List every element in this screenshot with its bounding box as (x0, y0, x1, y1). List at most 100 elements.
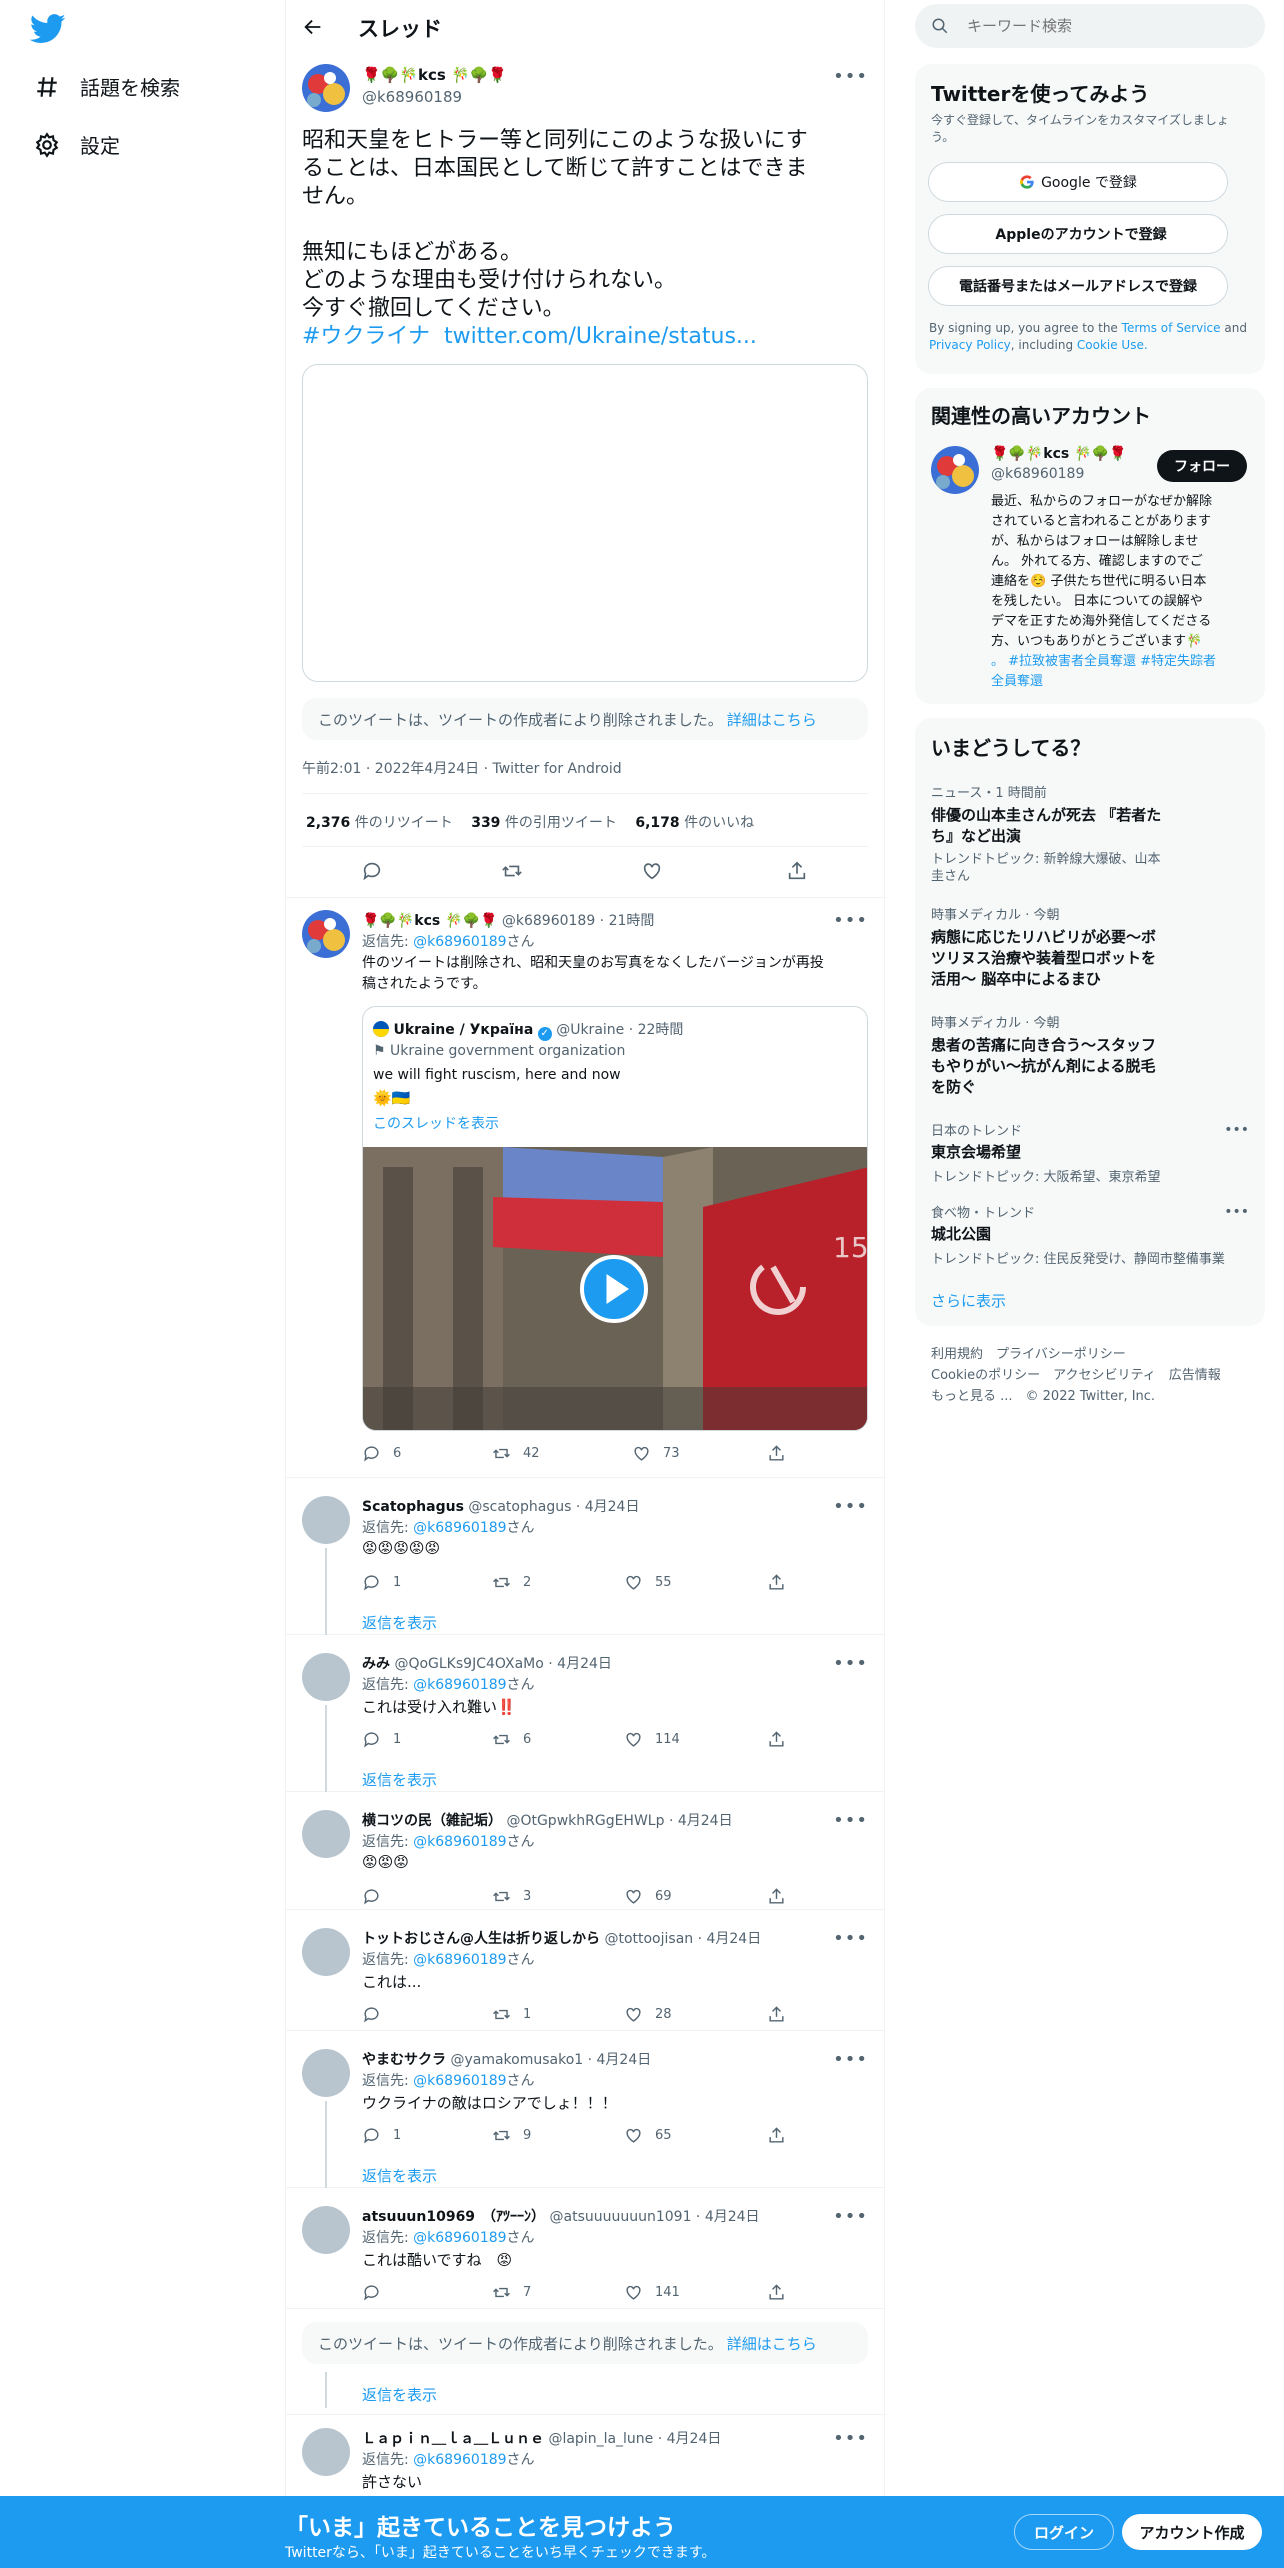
back-arrow-icon[interactable] (302, 16, 324, 38)
reply-to-link[interactable]: @k68960189 (413, 2073, 506, 2089)
reply-to-link[interactable]: @k68960189 (413, 1952, 506, 1968)
author-name[interactable]: 🌹🌳🎋kcs 🎋🌳🌹 (362, 66, 507, 84)
play-icon[interactable] (580, 1255, 648, 1323)
related-handle[interactable]: @k68960189 (991, 466, 1084, 482)
reply-to-link[interactable]: @k68960189 (413, 934, 506, 950)
reply-avatar[interactable] (302, 2049, 350, 2097)
more-options-icon[interactable]: ••• (833, 1496, 868, 1517)
retweet-button[interactable]: 6 (492, 1730, 531, 1749)
more-options-icon[interactable]: ••• (833, 910, 868, 931)
like-count-stat[interactable]: 6,178 件のいいね (635, 815, 754, 831)
search-input[interactable] (967, 14, 1247, 38)
reply-button[interactable]: 1 (362, 1573, 401, 1592)
show-replies-link[interactable]: 返信を表示 (362, 2165, 437, 2186)
share-button[interactable] (767, 1444, 798, 1463)
author-handle[interactable]: @k68960189 (362, 88, 462, 106)
show-replies-link[interactable]: 返信を表示 (362, 1769, 437, 1790)
reply-tweet[interactable]: トットおじさん@人生は折り返しから @tottoojisan · 4月24日 ••… (286, 1910, 884, 2031)
reply-tweet[interactable]: atsuuun10969 （ｱﾂｰｰﾝ） @atsuuuuuuun1091 · … (286, 2188, 884, 2309)
like-icon[interactable] (641, 860, 663, 882)
share-button[interactable] (767, 1573, 798, 1592)
learn-more-link[interactable]: 詳細はこちら (727, 2333, 817, 2354)
more-options-icon[interactable]: ••• (833, 2049, 868, 2070)
reply-avatar[interactable] (302, 2428, 350, 2476)
like-button[interactable]: 73 (632, 1444, 680, 1463)
bio-hashtags[interactable]: 。 #拉致被害者全員奪還 #特定失踪者 (991, 652, 1261, 672)
reply-author-handle[interactable]: @tottoojisan · 4月24日 (604, 1931, 761, 1947)
reply-author-handle[interactable]: @atsuuuuuuun1091 · 4月24日 (550, 2209, 760, 2225)
reply-tweet[interactable]: みみ @QoGLKs9JC4OXaMo · 4月24日 ••• 返信先: @k689… (286, 1635, 884, 1792)
login-button[interactable]: ログイン (1014, 2514, 1114, 2550)
reply-button[interactable] (362, 2005, 393, 2024)
reply-button[interactable] (362, 2283, 393, 2302)
reply-author-handle[interactable]: @k68960189 · 21時間 (502, 913, 655, 929)
terms-link[interactable]: Terms of Service (1122, 321, 1221, 335)
reply-tweet[interactable]: 横コツの民（雑記垢） @OtGpwkhRGgEHWLp · 4月24日 ••• 返信… (286, 1792, 884, 1910)
hashtag-link[interactable]: #ウクライナ (302, 324, 430, 349)
trend-item[interactable]: ニュース・1 時間前 俳優の山本圭さんが死去 『若者た ち』など出演 トレンドトピ… (931, 782, 1171, 885)
reply-author-handle[interactable]: @yamakomusako1 · 4月24日 (450, 2052, 651, 2068)
reply-to-link[interactable]: @k68960189 (413, 1834, 506, 1850)
follow-button[interactable]: フォロー (1157, 450, 1247, 482)
reply-avatar[interactable] (302, 1928, 350, 1976)
like-button[interactable]: 69 (624, 1887, 672, 1906)
reply-to-link[interactable]: @k68960189 (413, 2230, 506, 2246)
reply-author-name[interactable]: みみ (362, 1656, 390, 1672)
like-button[interactable]: 141 (624, 2283, 680, 2302)
reply-icon[interactable] (361, 860, 383, 882)
trend-item[interactable]: 時事メディカル · 今朝 患者の苦痛に向き合う～スタッフ もやりがい～抗がん剤によ… (931, 1012, 1181, 1098)
privacy-link[interactable]: Privacy Policy (929, 338, 1011, 352)
learn-more-link[interactable]: 詳細はこちら (727, 709, 817, 730)
like-button[interactable]: 65 (624, 2126, 672, 2145)
like-button[interactable]: 28 (624, 2005, 672, 2024)
tweet-timestamp[interactable]: 午前2:01 · 2022年4月24日 · Twitter for Androi… (302, 758, 622, 778)
like-button[interactable]: 55 (624, 1573, 672, 1592)
retweet-button[interactable]: 3 (492, 1887, 531, 1906)
trend-item[interactable]: 食べ物・トレンド 城北公園 トレンドトピック: 住民反発受け、静岡市整備事業 (931, 1202, 1251, 1267)
more-options-icon[interactable]: ••• (833, 1653, 868, 1674)
more-options-icon[interactable]: ••• (833, 1928, 868, 1949)
reply-tweet[interactable]: Scatophagus @scatophagus · 4月24日 ••• 返信先: … (286, 1478, 884, 1635)
share-button[interactable] (767, 2005, 798, 2024)
show-replies-link[interactable]: 返信を表示 (362, 2384, 437, 2405)
retweet-button[interactable]: 9 (492, 2126, 531, 2145)
reply-to-link[interactable]: @k68960189 (413, 2452, 506, 2468)
more-options-icon[interactable]: ••• (833, 66, 868, 87)
trend-more-icon[interactable]: ••• (1224, 1204, 1249, 1220)
retweet-button[interactable]: 7 (492, 2283, 531, 2302)
footer-links[interactable]: 利用規約 プライバシーポリシー Cookieのポリシー アクセシビリティ 広告情… (931, 1344, 1221, 1407)
reply-author-handle[interactable]: @lapin_la_lune · 4月24日 (548, 2431, 721, 2447)
show-more-link[interactable]: さらに表示 (931, 1290, 1006, 1311)
like-button[interactable]: 114 (624, 1730, 680, 1749)
reply-to-link[interactable]: @k68960189 (413, 1520, 506, 1536)
reply-author-handle[interactable]: @QoGLKs9JC4OXaMo · 4月24日 (394, 1656, 611, 1672)
reply-author-name[interactable]: atsuuun10969 （ｱﾂｰｰﾝ） (362, 2209, 545, 2225)
related-name[interactable]: 🌹🌳🎋kcs 🎋🌳🌹 (991, 446, 1126, 462)
share-button[interactable] (767, 2283, 798, 2302)
phone-email-signup-button[interactable]: 電話番号またはメールアドレスで登録 (928, 266, 1228, 306)
more-options-icon[interactable]: ••• (833, 2428, 868, 2449)
quoted-video[interactable]: 150 (363, 1147, 867, 1430)
google-signup-button[interactable]: Google で登録 (928, 162, 1228, 202)
reply-avatar[interactable] (302, 2206, 350, 2254)
trend-item[interactable]: 時事メディカル · 今朝 病態に応じたリハビリが必要～ボ ツリヌス治療や装着型ロボ… (931, 904, 1181, 990)
reply-button[interactable]: 1 (362, 1730, 401, 1749)
reply-author-name[interactable]: 横コツの民（雑記垢） (362, 1813, 502, 1829)
reply-button[interactable]: 1 (362, 2126, 401, 2145)
signup-button[interactable]: アカウント作成 (1122, 2514, 1262, 2550)
reply-author-name[interactable]: Scatophagus (362, 1499, 464, 1515)
retweet-button[interactable]: 1 (492, 2005, 531, 2024)
reply-author-handle[interactable]: @OtGpwkhRGgEHWLp · 4月24日 (506, 1813, 732, 1829)
search-box[interactable] (915, 4, 1265, 48)
reply-to-link[interactable]: @k68960189 (413, 1677, 506, 1693)
more-options-icon[interactable]: ••• (833, 1810, 868, 1831)
nav-explore[interactable]: 話題を検索 (34, 72, 180, 101)
retweet-count-stat[interactable]: 2,376 件のリツイート (306, 815, 453, 831)
related-avatar[interactable] (931, 446, 979, 494)
reply-avatar[interactable] (302, 1496, 350, 1544)
author-avatar[interactable] (302, 64, 350, 112)
reply-button[interactable]: 6 (362, 1444, 401, 1463)
reply-tweet[interactable]: やまむサクラ @yamakomusako1 · 4月24日 ••• 返信先: @k6… (286, 2031, 884, 2188)
retweet-icon[interactable] (501, 860, 523, 882)
reply-author-name[interactable]: トットおじさん@人生は折り返しから (362, 1931, 600, 1947)
